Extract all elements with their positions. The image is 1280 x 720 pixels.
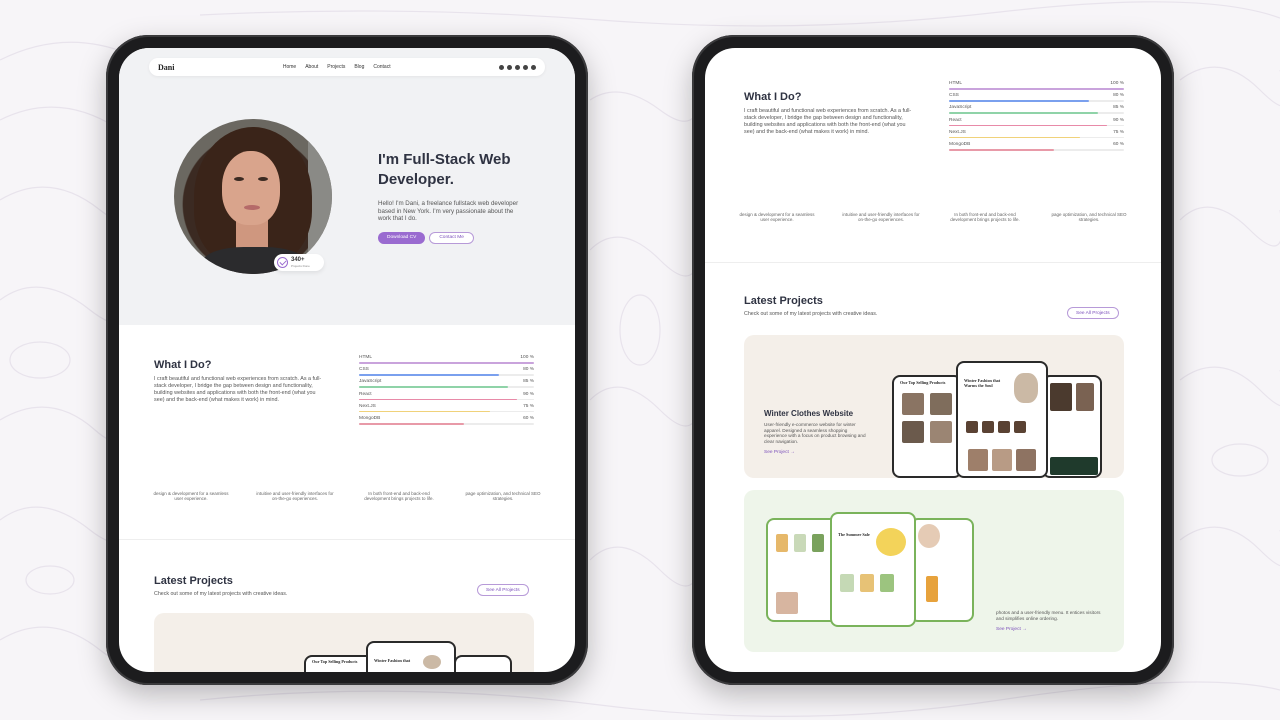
right-tablet-screen: What I Do? I craft beautiful and functio… <box>705 48 1161 672</box>
project-info: Winter Clothes Website User-friendly e-c… <box>764 409 869 455</box>
project-description: User-friendly e-commerce website for win… <box>764 422 866 444</box>
projects-header: Latest Projects Check out some of my lat… <box>154 575 287 597</box>
project-card-winter[interactable]: Winter Clothes Website User-friendly e-c… <box>744 335 1124 478</box>
hero-title: I'm Full-Stack Web Developer. <box>378 151 511 188</box>
site-logo[interactable]: Dani <box>158 63 174 72</box>
section-divider <box>119 539 575 540</box>
projects-subtitle: Check out some of my latest projects wit… <box>744 311 878 317</box>
projects-label: Projects Done <box>291 264 310 268</box>
service-item: design & development for a seamless user… <box>153 491 229 502</box>
skill-css: CSS 80 % <box>359 367 534 376</box>
skills-list: HTML 100 % CSS 80 % JavaScript 85 % React 90… <box>949 81 1124 154</box>
mockup-screen: Winter Fashion that <box>366 641 456 672</box>
navbar: Dani Home About Projects Blog Contact <box>149 58 545 76</box>
nav-home[interactable]: Home <box>283 64 296 70</box>
service-item: In both front-end and back-end developme… <box>364 491 434 502</box>
instagram-icon[interactable] <box>507 64 512 70</box>
facebook-icon[interactable] <box>499 64 504 70</box>
project-description: photos and a user-friendly menu. It enti… <box>996 610 1101 621</box>
nav-projects[interactable]: Projects <box>327 64 345 70</box>
skill-react: React 90 % <box>359 392 534 401</box>
mockup-screen: Winter Fashion that Warms the Soul <box>956 361 1048 478</box>
skills-list: HTML 100 % CSS 80 % JavaScript 85 % React 90… <box>359 355 534 428</box>
twitter-icon[interactable] <box>515 64 520 70</box>
skill-javascript: JavaScript 85 % <box>359 379 534 388</box>
hero-intro: Hello! I'm Dani, a freelance fullstack w… <box>378 200 519 223</box>
left-tablet-frame: Dani Home About Projects Blog Contact 34… <box>106 35 588 685</box>
nav-blog[interactable]: Blog <box>354 64 364 70</box>
mockup-screen <box>910 518 974 622</box>
see-all-projects-button[interactable]: See All Projects <box>1067 307 1119 319</box>
service-item: page optimization, and technical SEO str… <box>465 491 541 502</box>
project-info: photos and a user-friendly menu. It enti… <box>996 606 1101 632</box>
project-card-skincare[interactable]: The Summer Sale photos and a user-friend… <box>744 490 1124 652</box>
nav-links: Home About Projects Blog Contact <box>174 64 499 70</box>
see-project-link[interactable]: See Project → <box>764 450 869 455</box>
see-all-projects-button[interactable]: See All Projects <box>477 584 529 596</box>
skill-html: HTML 100 % <box>949 81 1124 90</box>
skill-react: React 90 % <box>949 118 1124 127</box>
skill-nextjs: Next.JS 75 % <box>359 404 534 413</box>
skill-css: CSS 80 % <box>949 93 1124 102</box>
skill-mongodb: MongoDB 60 % <box>359 416 534 425</box>
social-links <box>499 64 536 70</box>
hero-section: Dani Home About Projects Blog Contact 34… <box>119 48 575 325</box>
service-item: design & development for a seamless user… <box>739 212 815 223</box>
service-item: intuitive and user-friendly interfaces f… <box>842 212 920 223</box>
mockup-screen: Our Top Selling Products <box>892 375 962 478</box>
projects-count: 340+ <box>291 257 305 263</box>
service-item: In both front-end and back-end developme… <box>950 212 1020 223</box>
project-card-winter[interactable]: Our Top Selling Products Winter Fashion … <box>154 613 534 672</box>
see-project-link[interactable]: See Project → <box>996 627 1101 632</box>
what-i-do-section: What I Do? I craft beautiful and functio… <box>744 81 1124 151</box>
service-item: intuitive and user-friendly interfaces f… <box>256 491 334 502</box>
mockup-screen <box>766 518 838 622</box>
download-cv-button[interactable]: Download CV <box>378 231 426 244</box>
mockup-screen <box>454 655 512 672</box>
what-i-do-section: What I Do? I craft beautiful and functio… <box>154 355 534 425</box>
check-circle-icon <box>277 257 288 268</box>
profile-photo <box>174 119 332 274</box>
section-divider <box>705 262 1161 263</box>
projects-title: Latest Projects <box>154 575 233 587</box>
projects-done-badge: 340+ Projects Done <box>274 254 324 271</box>
right-tablet-frame: What I Do? I craft beautiful and functio… <box>692 35 1174 685</box>
skill-nextjs: Next.JS 75 % <box>949 130 1124 139</box>
mockup-screen <box>1042 375 1102 478</box>
what-i-do-description: I craft beautiful and functional web exp… <box>744 108 912 135</box>
services-row: design & development for a seamless user… <box>725 212 1141 223</box>
projects-header: Latest Projects Check out some of my lat… <box>744 295 877 317</box>
what-i-do-description: I craft beautiful and functional web exp… <box>154 376 322 403</box>
service-item: page optimization, and technical SEO str… <box>1051 212 1127 223</box>
left-tablet-screen: Dani Home About Projects Blog Contact 34… <box>119 48 575 672</box>
youtube-icon[interactable] <box>523 64 528 70</box>
nav-contact[interactable]: Contact <box>373 64 390 70</box>
skill-mongodb: MongoDB 60 % <box>949 142 1124 151</box>
projects-title: Latest Projects <box>744 295 823 307</box>
skill-javascript: JavaScript 85 % <box>949 105 1124 114</box>
contact-me-button[interactable]: Contact Me <box>429 231 474 244</box>
projects-subtitle: Check out some of my latest projects wit… <box>154 591 288 597</box>
project-title: Winter Clothes Website <box>764 409 854 418</box>
dribbble-icon[interactable] <box>531 64 536 70</box>
hero-text: I'm Full-Stack Web Developer. Hello! I'm… <box>378 150 528 244</box>
skill-html: HTML 100 % <box>359 355 534 364</box>
nav-about[interactable]: About <box>305 64 318 70</box>
mockup-screen: The Summer Sale <box>830 512 916 627</box>
services-row: design & development for a seamless user… <box>139 491 555 502</box>
